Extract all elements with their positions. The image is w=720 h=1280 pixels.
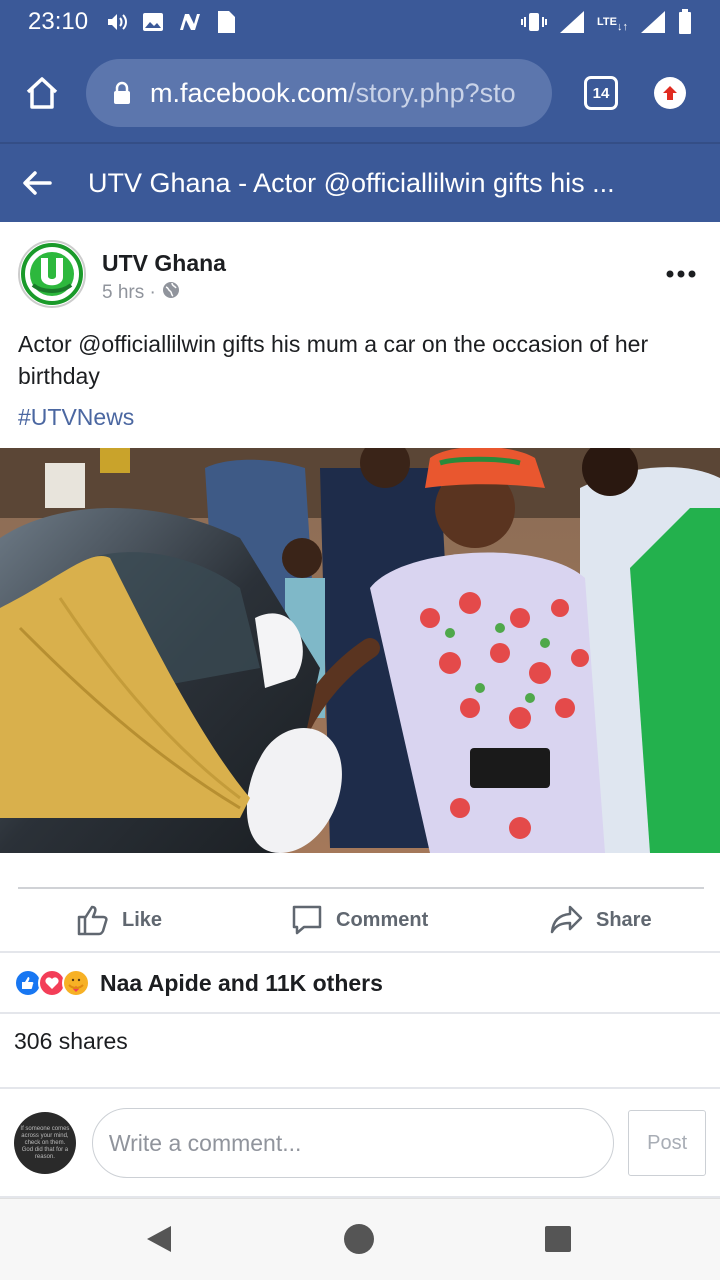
comment-button[interactable]: Comment (290, 903, 428, 937)
browser-toolbar: m.facebook.com/story.php?sto 14 (0, 44, 720, 142)
more-options-button[interactable] (666, 264, 696, 278)
share-arrow-icon (550, 905, 583, 934)
photo-illustration (0, 448, 720, 853)
care-icon (62, 969, 90, 997)
reactions-text: Naa Apide and 11K others (100, 969, 383, 996)
url-path: /story.php?sto (348, 77, 516, 108)
vibrate-icon (521, 11, 548, 33)
comment-label: Comment (336, 908, 429, 931)
page-name[interactable]: UTV Ghana (102, 250, 226, 277)
page-title: UTV Ghana - Actor @officiallilwin gifts … (88, 167, 615, 198)
volume-icon (106, 12, 128, 32)
like-button[interactable]: Like (76, 903, 162, 937)
divider (0, 1012, 720, 1014)
nav-back-button[interactable] (143, 1223, 175, 1255)
reactions-summary[interactable]: Naa Apide and 11K others (14, 960, 383, 1006)
circle-home-icon (344, 1224, 374, 1254)
post-timestamp[interactable]: 5 hrs · (102, 281, 226, 305)
triangle-back-icon (147, 1226, 171, 1252)
update-button[interactable] (654, 77, 686, 109)
share-label: Share (596, 908, 652, 931)
post-photo[interactable] (0, 448, 720, 853)
like-label: Like (122, 908, 163, 931)
back-arrow-icon (23, 171, 52, 195)
back-button[interactable] (22, 167, 54, 199)
post-header: UTV Ghana 5 hrs · (0, 222, 720, 322)
square-recents-icon (545, 1226, 571, 1252)
comment-input[interactable] (91, 1108, 615, 1178)
lte-label: LTE (597, 16, 617, 28)
nav-home-button[interactable] (343, 1223, 375, 1255)
thumbs-up-icon (77, 905, 108, 936)
user-avatar: If someone comes across your mind, check… (14, 1112, 76, 1174)
divider (0, 1087, 720, 1089)
post-actions: Like Comment Share (0, 889, 720, 951)
more-dots-icon (666, 270, 696, 278)
post-comment-button[interactable]: Post (628, 1110, 706, 1176)
reaction-icons (14, 969, 90, 997)
home-button[interactable] (20, 71, 64, 115)
divider (0, 951, 720, 953)
image-icon (142, 12, 164, 32)
signal-icon-2 (640, 10, 666, 34)
page-avatar[interactable] (18, 240, 86, 308)
lock-icon (112, 81, 132, 105)
page-header: UTV Ghana - Actor @officiallilwin gifts … (0, 142, 720, 222)
url-bar[interactable]: m.facebook.com/story.php?sto (86, 59, 552, 127)
n-icon (178, 12, 202, 32)
system-nav-bar (0, 1198, 720, 1280)
home-icon (26, 77, 58, 109)
clock: 23:10 (28, 8, 89, 35)
status-bar: 23:10 LTE ↓↑ (0, 0, 720, 44)
battery-icon (678, 9, 692, 35)
update-arrow-icon (663, 86, 677, 100)
tabs-button[interactable]: 14 (584, 76, 618, 110)
post-text: Actor @officiallilwin gifts his mum a ca… (18, 331, 649, 389)
globe-icon (162, 281, 180, 305)
comment-icon (292, 905, 322, 935)
signal-icon (559, 10, 585, 34)
shares-count[interactable]: 306 shares (14, 1028, 128, 1055)
utv-logo-icon (21, 243, 83, 305)
share-button[interactable]: Share (550, 903, 652, 937)
file-icon (216, 10, 236, 34)
nav-recents-button[interactable] (542, 1223, 574, 1255)
url-domain: m.facebook.com (150, 77, 349, 108)
hashtag-link[interactable]: #UTVNews (18, 404, 134, 431)
post-time-label: 5 hrs · (102, 282, 156, 303)
comment-composer: If someone comes across your mind, check… (0, 1090, 720, 1196)
lte-icon: LTE ↓↑ (597, 16, 628, 33)
